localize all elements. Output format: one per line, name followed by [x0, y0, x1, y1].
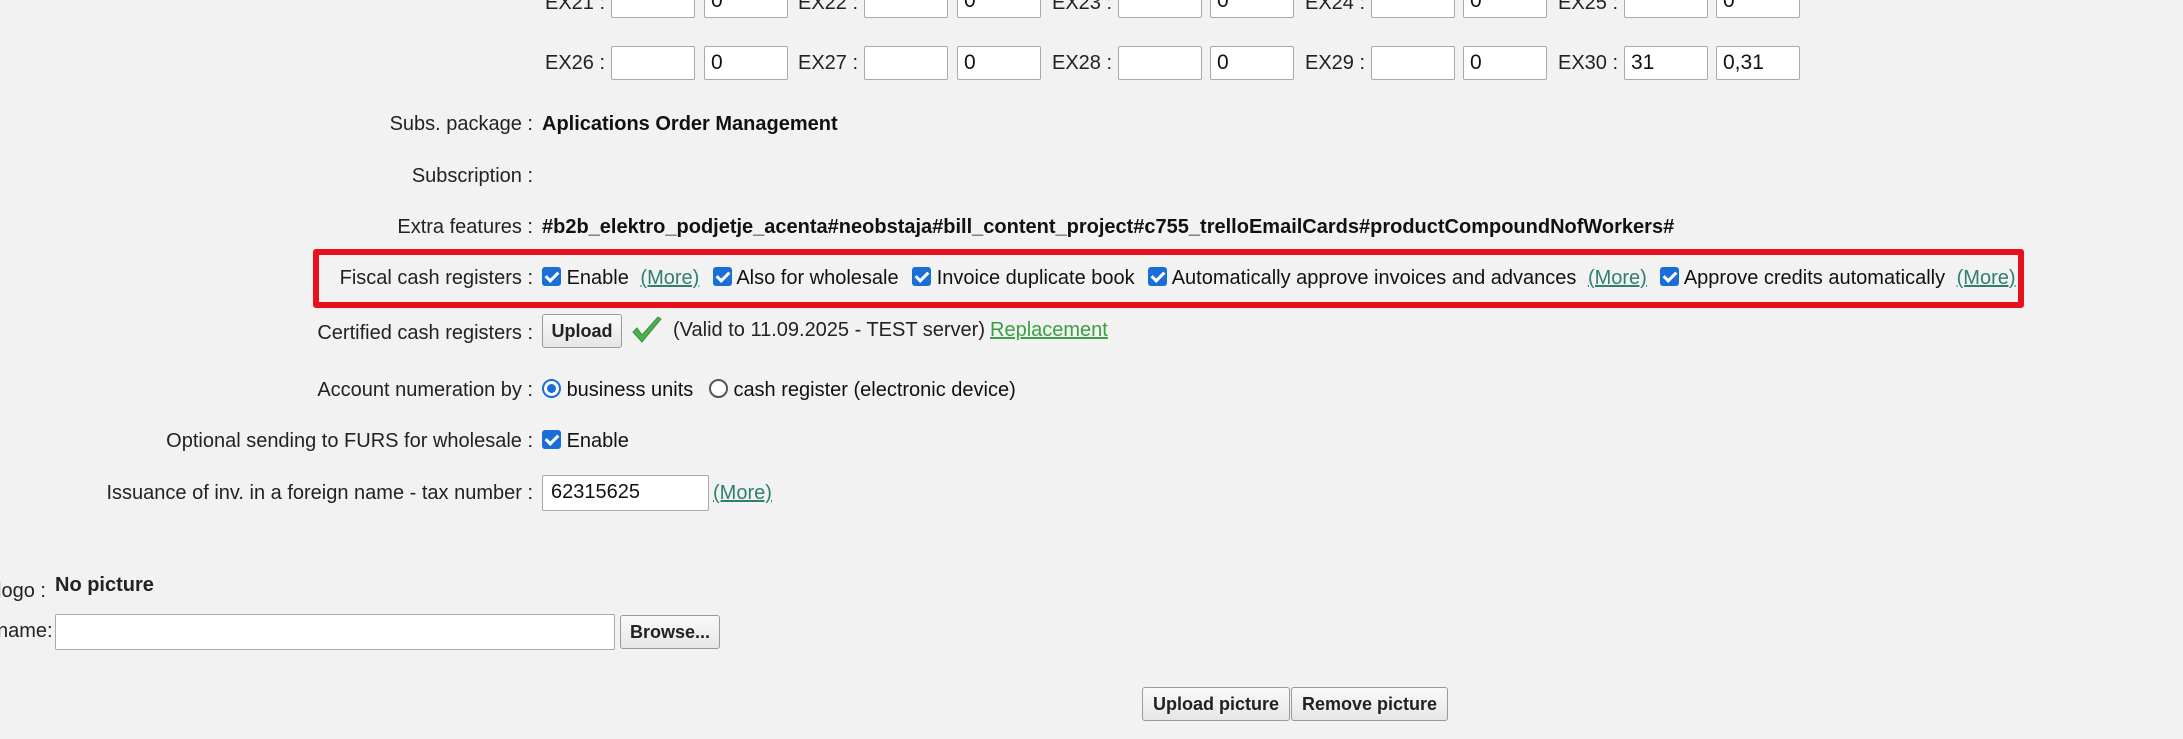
- extra-features-label: Extra features :: [397, 216, 533, 238]
- ex24-value-input[interactable]: 0: [1463, 0, 1547, 18]
- ex29-value-input[interactable]: 0: [1463, 46, 1547, 80]
- ex27-value-input[interactable]: 0: [957, 46, 1041, 80]
- subscription-label: Subscription :: [411, 165, 533, 187]
- business-units-label: business units: [566, 379, 694, 401]
- fiscal-enable-more-link[interactable]: (More): [640, 267, 699, 289]
- ex30-code-input[interactable]: 31: [1624, 46, 1708, 80]
- replacement-link[interactable]: Replacement: [990, 319, 1108, 342]
- also-wholesale-checkbox[interactable]: [712, 267, 732, 286]
- ex25-code-input[interactable]: [1624, 0, 1708, 18]
- also-wholesale-label: Also for wholesale: [736, 267, 899, 289]
- upload-certificate-button[interactable]: Upload: [542, 314, 622, 348]
- ex29-label: EX29 :: [1305, 52, 1366, 74]
- ex22-value-input[interactable]: 0: [957, 0, 1041, 18]
- browse-button[interactable]: Browse...: [620, 615, 720, 649]
- ex28-code-input[interactable]: [1118, 46, 1202, 80]
- approve-credits-more-link[interactable]: (More): [1957, 267, 2016, 289]
- furs-wholesale-option: Enable: [542, 430, 629, 453]
- ex30-value-input[interactable]: 0,31: [1716, 46, 1800, 80]
- upload-picture-button[interactable]: Upload picture: [1142, 687, 1290, 721]
- ex23-code-input[interactable]: [1118, 0, 1202, 18]
- logo-value: No picture: [55, 574, 154, 596]
- ex24-label: EX24 :: [1305, 0, 1366, 14]
- foreign-tax-number-label: Issuance of inv. in a foreign name - tax…: [106, 482, 533, 504]
- ex21-value-input[interactable]: 0: [704, 0, 788, 18]
- ex24-code-input[interactable]: [1371, 0, 1455, 18]
- fiscal-enable-checkbox[interactable]: [542, 267, 561, 286]
- ex28-label: EX28 :: [1052, 52, 1113, 74]
- ex27-code-input[interactable]: [864, 46, 948, 80]
- ex26-value-input[interactable]: 0: [704, 46, 788, 80]
- subs-package-value: Aplications Order Management: [542, 113, 838, 135]
- ex29-code-input[interactable]: [1371, 46, 1455, 80]
- subs-package-label: Subs. package :: [389, 113, 533, 135]
- ex22-code-input[interactable]: [864, 0, 948, 18]
- ex25-label: EX25 :: [1558, 0, 1619, 14]
- ex23-value-input[interactable]: 0: [1210, 0, 1294, 18]
- fiscal-cash-registers-label: Fiscal cash registers :: [339, 267, 533, 289]
- cash-register-label: cash register (electronic device): [733, 379, 1016, 401]
- ex28-value-input[interactable]: 0: [1210, 46, 1294, 80]
- fiscal-options: Enable (More) Also for wholesale Invoice…: [542, 267, 2016, 290]
- approve-credits-checkbox[interactable]: [1660, 267, 1680, 286]
- logo-label: logo :: [0, 580, 46, 602]
- fiscal-enable-label: Enable: [566, 267, 629, 289]
- file-name-label: name:: [0, 620, 53, 642]
- business-units-radio[interactable]: [542, 379, 561, 398]
- extra-features-value: #b2b_elektro_podjetje_acenta#neobstaja#b…: [542, 216, 1675, 238]
- cash-register-radio[interactable]: [708, 379, 728, 398]
- certificate-validity-text: (Valid to 11.09.2025 - TEST server): [673, 319, 986, 341]
- valid-check-icon: [630, 314, 664, 354]
- foreign-tax-number-more-link[interactable]: (More): [713, 482, 772, 505]
- auto-approve-invoices-checkbox[interactable]: [1148, 267, 1168, 286]
- ex23-label: EX23 :: [1052, 0, 1113, 14]
- furs-wholesale-label: Optional sending to FURS for wholesale :: [166, 430, 533, 452]
- ex27-label: EX27 :: [798, 52, 859, 74]
- account-numeration-options: business units cash register (electronic…: [542, 379, 1016, 402]
- furs-enable-checkbox[interactable]: [542, 430, 561, 449]
- account-numeration-label: Account numeration by :: [317, 379, 533, 401]
- remove-picture-button[interactable]: Remove picture: [1291, 687, 1448, 721]
- certified-cash-registers-label: Certified cash registers :: [317, 322, 533, 344]
- invoice-duplicate-book-checkbox[interactable]: [912, 267, 932, 286]
- ex26-label: EX26 :: [545, 52, 606, 74]
- ex21-code-input[interactable]: [611, 0, 695, 18]
- ex30-label: EX30 :: [1558, 52, 1619, 74]
- ex25-value-input[interactable]: 0: [1716, 0, 1800, 18]
- ex22-label: EX22 :: [798, 0, 859, 14]
- ex26-code-input[interactable]: [611, 46, 695, 80]
- furs-enable-label: Enable: [566, 430, 629, 452]
- auto-approve-invoices-more-link[interactable]: (More): [1588, 267, 1647, 289]
- invoice-duplicate-book-label: Invoice duplicate book: [936, 267, 1135, 289]
- foreign-tax-number-input[interactable]: 62315625: [542, 475, 709, 511]
- approve-credits-label: Approve credits automatically: [1683, 267, 1946, 289]
- auto-approve-invoices-label: Automatically approve invoices and advan…: [1171, 267, 1577, 289]
- ex21-label: EX21 :: [545, 0, 606, 14]
- file-name-input[interactable]: [55, 614, 615, 650]
